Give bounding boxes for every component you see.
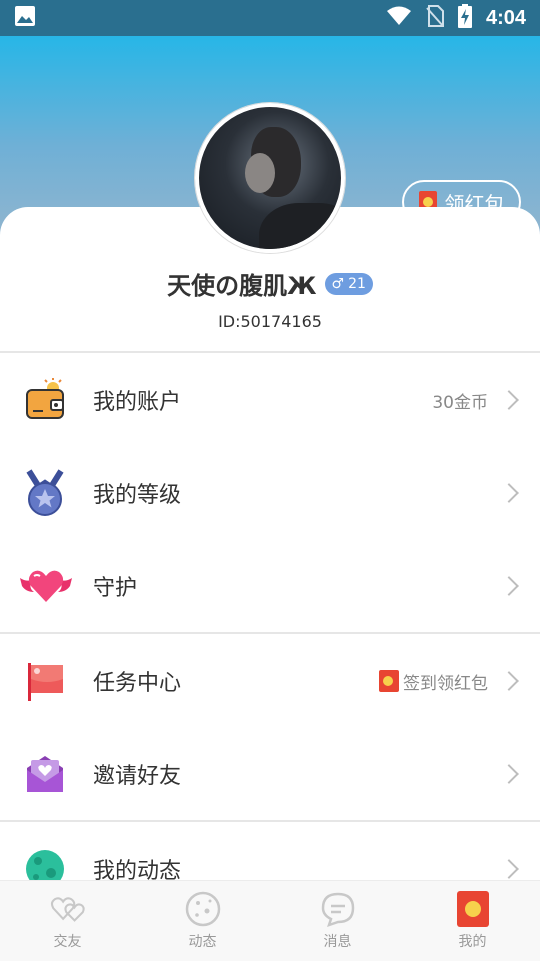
- menu-item-account[interactable]: 我的账户 30金币: [0, 354, 540, 446]
- chat-icon: [320, 891, 356, 927]
- chevron-right-icon: [499, 859, 519, 879]
- menu-item-level[interactable]: 我的等级: [0, 447, 540, 539]
- clock-time: 4:04: [485, 6, 526, 29]
- chevron-right-icon: [499, 483, 519, 503]
- hearts-icon: [50, 891, 86, 927]
- flag-icon: [22, 658, 68, 704]
- bottom-navigation: 交友 动态 消息 我的: [0, 880, 540, 961]
- sign-in-red-packet-tag: 签到领红包: [379, 669, 488, 694]
- male-icon: ♂: [331, 275, 345, 292]
- status-bar: 4:04: [0, 0, 540, 36]
- menu-item-guard[interactable]: 守护: [0, 540, 540, 632]
- menu-item-task-center[interactable]: 任务中心 签到领红包: [0, 635, 540, 727]
- tab-label: 消息: [323, 934, 352, 950]
- menu-item-invite-friends[interactable]: 邀请好友: [0, 728, 540, 820]
- sign-in-red-packet-label: 签到领红包: [403, 673, 488, 694]
- tab-make-friends[interactable]: 交友: [0, 881, 135, 961]
- username-row: 天使の腹肌Ж ♂ 21: [0, 266, 540, 301]
- chevron-right-icon: [499, 764, 519, 784]
- menu-label-account: 我的账户: [93, 390, 182, 415]
- battery-charging-icon: [457, 4, 472, 32]
- chevron-right-icon: [499, 671, 519, 691]
- menu-label-level: 我的等级: [93, 483, 182, 508]
- tab-label: 交友: [53, 934, 82, 950]
- gallery-notification-icon: [14, 5, 36, 31]
- tab-label: 我的: [458, 934, 487, 950]
- tab-mine[interactable]: 我的: [405, 881, 540, 961]
- chevron-right-icon: [499, 390, 519, 410]
- tab-moments[interactable]: 动态: [135, 881, 270, 961]
- menu-label-invite-friends: 邀请好友: [93, 764, 182, 789]
- gender-age-badge: ♂ 21: [324, 272, 373, 295]
- red-packet-icon: [455, 891, 491, 927]
- medal-icon: [22, 469, 68, 516]
- wallet-icon: [22, 377, 68, 423]
- divider: [0, 351, 540, 353]
- username: 天使の腹肌Ж: [167, 272, 317, 300]
- menu-label-task-center: 任务中心: [93, 671, 182, 696]
- tab-label: 动态: [188, 934, 217, 950]
- coin-balance: 30金币: [432, 392, 488, 413]
- divider: [0, 820, 540, 822]
- winged-heart-icon: [18, 563, 74, 609]
- chevron-right-icon: [499, 576, 519, 596]
- avatar[interactable]: [195, 103, 345, 253]
- no-sim-icon: [426, 5, 444, 31]
- cookie-icon: [185, 891, 221, 927]
- user-id: ID:50174165: [218, 312, 322, 331]
- divider: [0, 632, 540, 634]
- tab-messages[interactable]: 消息: [270, 881, 405, 961]
- age-value: 21: [348, 275, 366, 292]
- menu-label-guard: 守护: [93, 576, 138, 601]
- envelope-heart-icon: [22, 751, 68, 797]
- red-packet-icon: [379, 670, 399, 692]
- wifi-icon: [386, 6, 412, 30]
